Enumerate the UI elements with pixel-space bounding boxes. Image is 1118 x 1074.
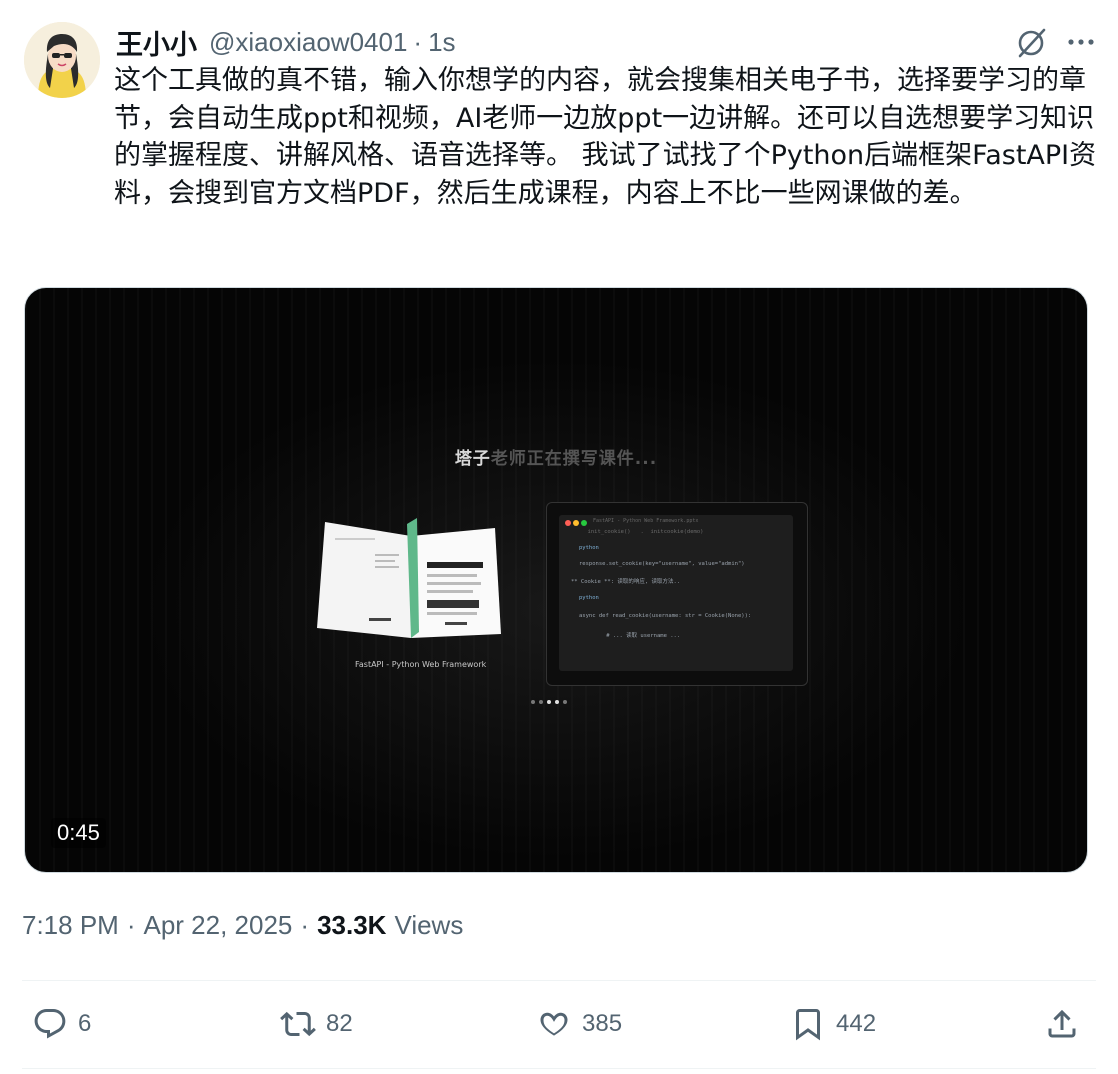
views-count: 33.3K <box>317 910 387 940</box>
header-separator: · <box>413 26 423 57</box>
retweet-count: 82 <box>326 1010 353 1037</box>
video-caption: 塔子老师正在撰写课件... <box>25 444 1087 469</box>
code-window-title: FastAPI - Python Web Framework.pptx <box>593 518 699 524</box>
tweet-actions-bar: 6 82 385 442 <box>0 998 1118 1054</box>
code-line: python <box>579 595 599 601</box>
retweet-icon <box>280 1011 316 1037</box>
progress-dot <box>531 700 535 704</box>
share-button[interactable] <box>1044 1006 1080 1042</box>
reply-count: 6 <box>78 1010 92 1037</box>
code-line: # ... 读取 username ... <box>593 633 681 639</box>
code-slide-frame: FastAPI - Python Web Framework.pptx init… <box>546 502 808 686</box>
avatar[interactable] <box>24 22 100 98</box>
bookmark-count: 442 <box>836 1010 877 1037</box>
grok-icon[interactable] <box>1014 26 1048 60</box>
code-line: response.set_cookie(key="username", valu… <box>579 561 745 567</box>
more-icon[interactable] <box>1066 30 1096 54</box>
code-line: python <box>579 545 599 551</box>
code-line: init_cookie() . initcookie(demo) <box>571 529 704 535</box>
retweet-button[interactable]: 82 <box>280 1006 353 1042</box>
bookmark-icon <box>796 1009 820 1041</box>
video-player[interactable]: 塔子老师正在撰写课件... FastAPI - Python Web Frame… <box>24 287 1088 873</box>
tweet-meta: 7:18 PM · Apr 22, 2025 · 33.3K Views <box>22 910 463 941</box>
like-count: 385 <box>582 1010 623 1037</box>
window-close-dot <box>565 520 571 526</box>
tweet-text: 这个工具做的真不错，输入你想学的内容，就会搜集相关电子书，选择要学习的章节，会自… <box>114 65 1097 209</box>
bookmark-button[interactable]: 442 <box>790 1006 876 1042</box>
code-line: async def read_cookie(username: str = Co… <box>579 613 752 619</box>
window-minimize-dot <box>573 520 579 526</box>
reply-button[interactable]: 6 <box>32 1006 91 1042</box>
like-button[interactable]: 385 <box>536 1006 622 1042</box>
tweet-date[interactable]: Apr 22, 2025 <box>144 910 293 941</box>
video-caption-rest: 老师正在撰写课件... <box>490 449 658 469</box>
meta-separator: · <box>126 910 136 940</box>
share-icon <box>1048 1009 1076 1038</box>
slide-progress-dots <box>531 700 567 704</box>
author-display-name[interactable]: 王小小 <box>116 23 197 62</box>
divider <box>22 980 1096 981</box>
reply-icon <box>34 1009 66 1039</box>
heart-icon <box>540 1012 568 1036</box>
progress-dot <box>539 700 543 704</box>
divider <box>22 1068 1096 1069</box>
progress-dot-active <box>547 700 551 704</box>
open-book-illustration <box>317 518 501 638</box>
avatar-illustration <box>24 22 100 98</box>
window-maximize-dot <box>581 520 587 526</box>
code-line: ** Cookie **: 读取的响应, 读取方法.. <box>571 579 681 585</box>
meta-separator: · <box>300 910 310 940</box>
code-window: FastAPI - Python Web Framework.pptx init… <box>559 515 793 671</box>
tweet-timestamp[interactable]: 7:18 PM <box>22 910 119 941</box>
book-label: FastAPI - Python Web Framework <box>355 660 487 669</box>
author-handle[interactable]: @xiaoxiaow0401 <box>209 27 407 58</box>
tweet-header: 王小小 @xiaoxiaow0401 · 1s <box>116 24 456 60</box>
video-caption-highlight: 塔子 <box>454 449 491 469</box>
views-label: Views <box>394 910 464 940</box>
progress-dot-active <box>555 700 559 704</box>
video-duration: 0:45 <box>51 818 106 848</box>
progress-dot <box>563 700 567 704</box>
tweet-time-ago[interactable]: 1s <box>428 27 455 58</box>
